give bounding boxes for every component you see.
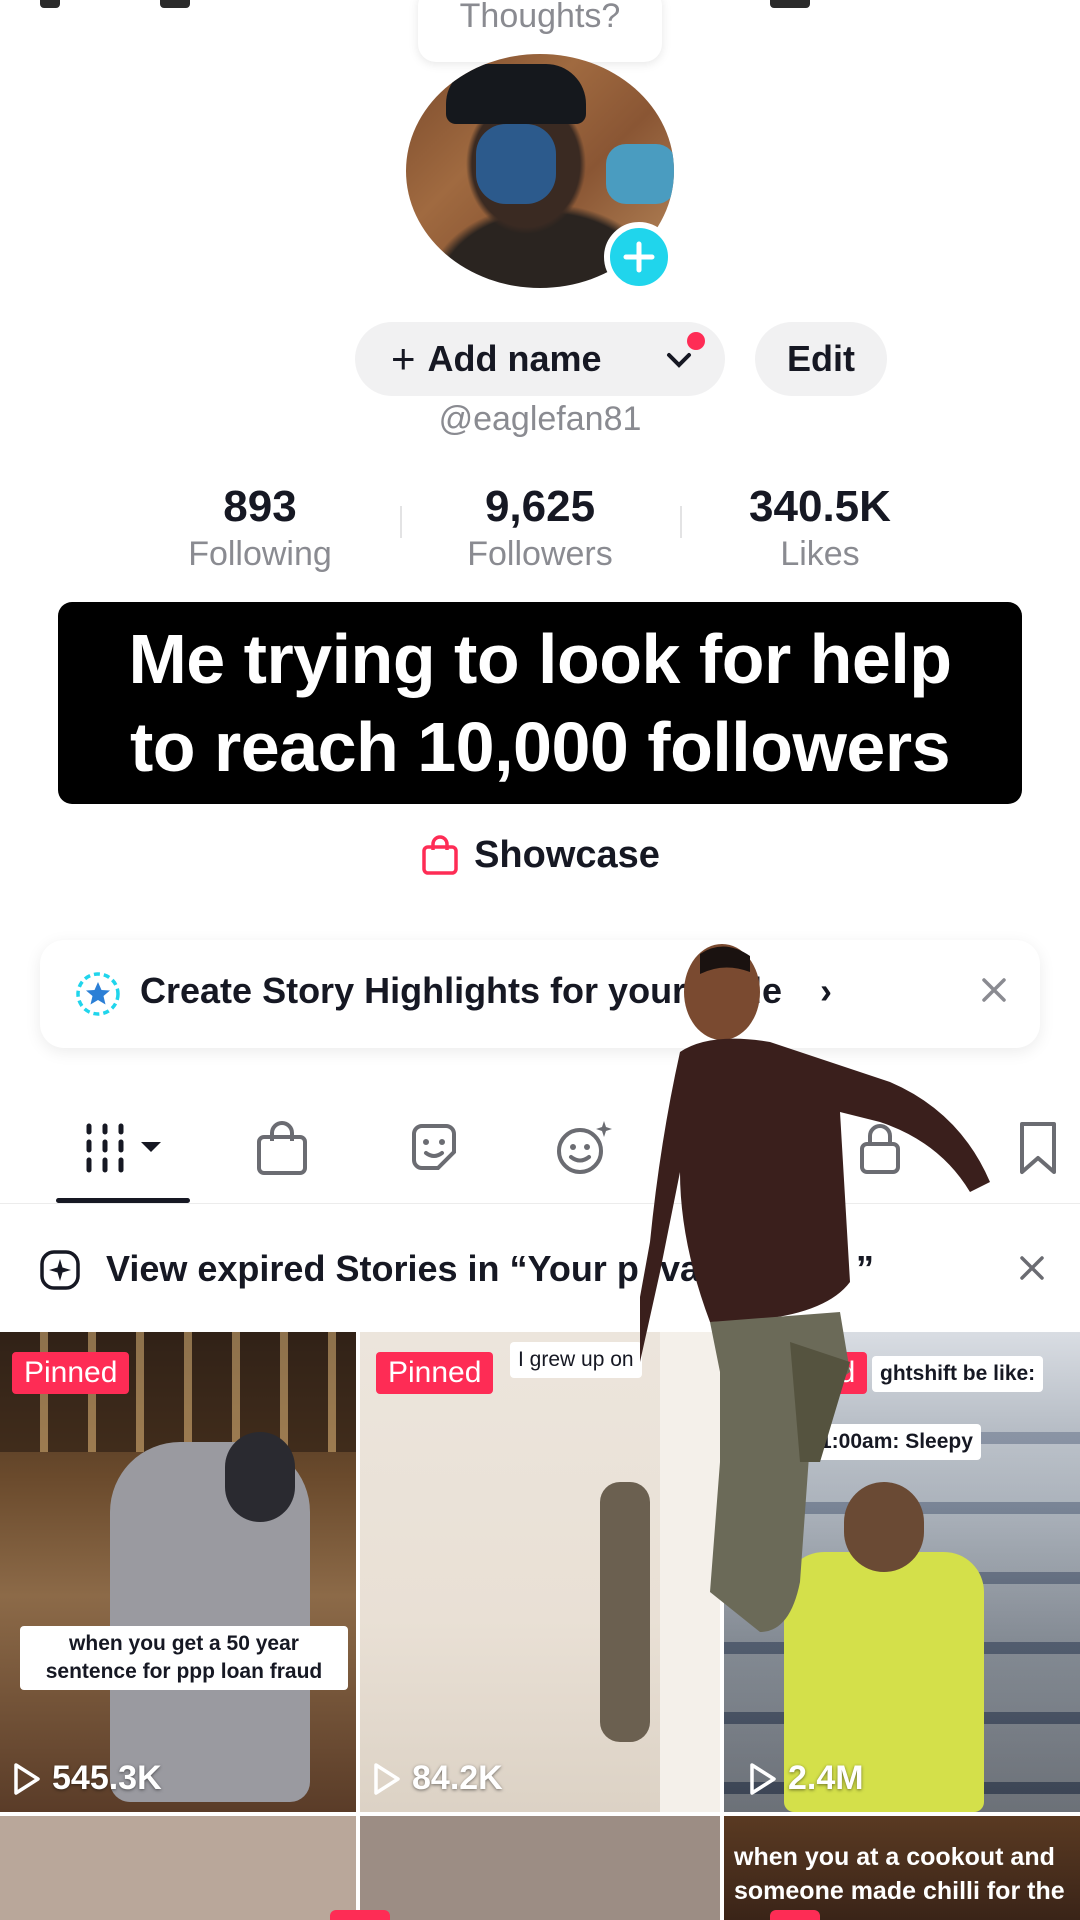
tab-videos-grid[interactable] (80, 1116, 170, 1180)
tab-effects[interactable] (544, 1116, 624, 1180)
view-count: 545.3K (12, 1759, 162, 1798)
tab-reposts[interactable] (394, 1116, 474, 1180)
video-caption: when you get a 50 year sentence for ppp … (20, 1626, 348, 1690)
stat-divider (680, 506, 682, 538)
shopping-bag-icon (257, 1121, 307, 1175)
edit-profile-button[interactable]: Edit (755, 322, 887, 396)
video-tile[interactable] (0, 1816, 356, 1920)
thoughts-bubble[interactable]: Thoughts? (418, 0, 662, 62)
dancing-man-sticker (640, 944, 990, 1632)
stat-divider (400, 506, 402, 538)
add-avatar-plus-icon[interactable] (604, 222, 674, 292)
expired-stories-text: View expired Stories in “Your p (106, 1248, 639, 1289)
star-badge-icon (76, 972, 120, 1016)
stat-label: Following (188, 535, 332, 573)
view-count: 2.4M (748, 1759, 864, 1798)
username-handle: @eaglefan81 (438, 400, 642, 438)
stat-value: 340.5K (749, 482, 891, 531)
status-fragment (160, 0, 190, 8)
sticker-smile-icon (412, 1124, 456, 1170)
stat-value: 9,625 (484, 482, 596, 531)
face-sparkle-icon (557, 1121, 612, 1174)
bottom-nav-fragment (770, 1910, 820, 1920)
plus-icon: + (391, 335, 416, 382)
shopping-bag-icon (422, 835, 458, 875)
close-icon[interactable] (1014, 1250, 1050, 1286)
view-count: 84.2K (372, 1759, 503, 1798)
highlights-text: Create Story Highlights for your (140, 970, 687, 1011)
tab-saved[interactable] (998, 1116, 1078, 1180)
stat-label: Likes (780, 535, 860, 573)
video-caption: when you at a cookout and someone made c… (734, 1843, 1065, 1905)
status-fragment (770, 0, 810, 8)
chevron-down-icon (667, 353, 691, 368)
play-icon (374, 1762, 400, 1795)
sparkle-box-icon (40, 1250, 80, 1290)
stat-label: Followers (467, 535, 613, 573)
grid-bars-icon (86, 1123, 161, 1173)
video-tile[interactable]: Pinned when you get a 50 year sentence f… (0, 1332, 356, 1812)
tab-shop[interactable] (242, 1116, 322, 1180)
view-count-value: 84.2K (412, 1759, 503, 1797)
play-icon (14, 1762, 40, 1795)
thoughts-placeholder: Thoughts? (459, 0, 621, 35)
showcase-label: Showcase (474, 833, 660, 876)
bookmark-icon (1020, 1122, 1056, 1174)
meme-caption: Me trying to look for help to reach 10,0… (58, 602, 1022, 804)
video-tile[interactable] (360, 1816, 720, 1920)
view-count-value: 545.3K (52, 1759, 162, 1797)
caption-line-2: to reach 10,000 followers (129, 708, 951, 786)
stat-likes[interactable]: 340.5K Likes (690, 482, 950, 576)
caption-line-1: Me trying to look for help (128, 620, 952, 698)
stat-value: 893 (223, 482, 297, 531)
stat-followers[interactable]: 9,625 Followers (410, 482, 670, 576)
pinned-badge: Pinned (12, 1352, 130, 1394)
stat-following[interactable]: 893 Following (130, 482, 390, 576)
notification-dot (687, 332, 705, 350)
bottom-nav-fragment (330, 1910, 390, 1920)
view-count-value: 2.4M (788, 1759, 864, 1797)
add-name-label: Add name (427, 338, 602, 379)
video-tile[interactable]: when you at a cookout and someone made c… (724, 1816, 1080, 1920)
edit-label: Edit (787, 338, 855, 379)
video-caption: I grew up on (510, 1342, 642, 1378)
pinned-badge: Pinned (376, 1352, 494, 1394)
showcase-link[interactable]: Showcase (0, 830, 1080, 880)
add-name-button[interactable]: + Add name (355, 322, 725, 396)
play-icon (750, 1762, 776, 1795)
status-fragment (40, 0, 60, 8)
